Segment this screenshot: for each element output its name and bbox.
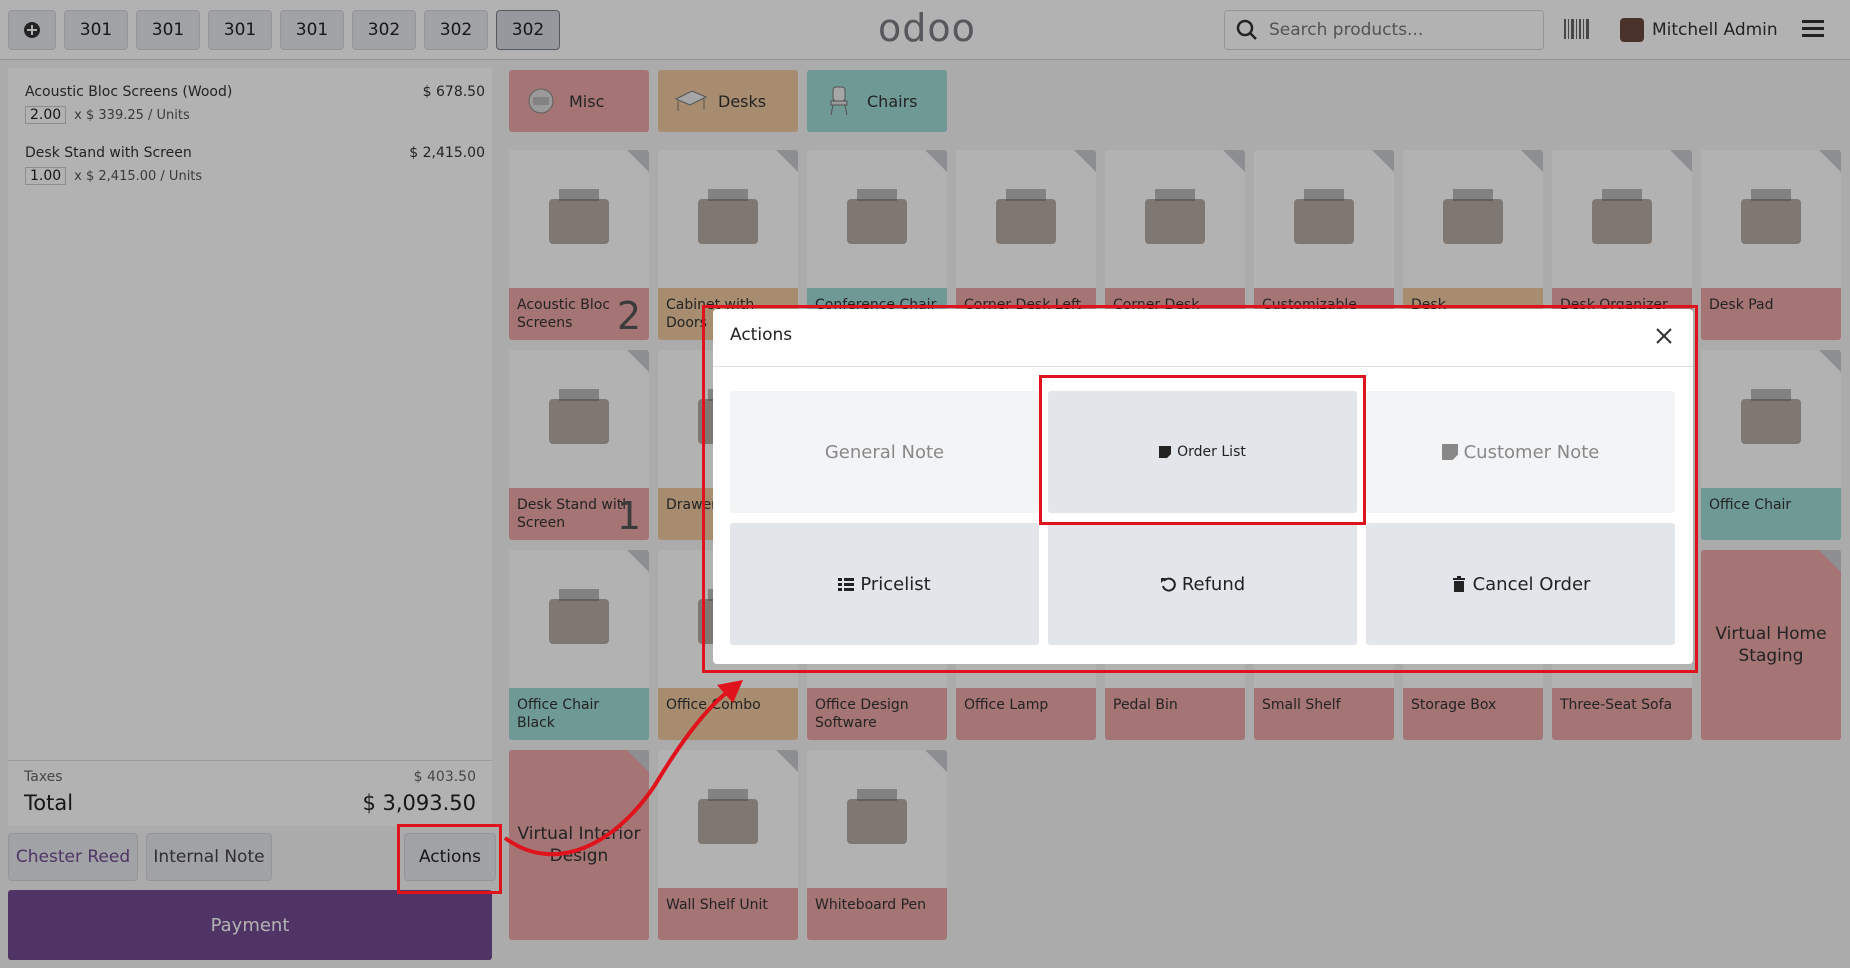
highlight-order-list bbox=[1039, 375, 1366, 525]
highlight-actions-button bbox=[397, 824, 502, 894]
annotation-arrow bbox=[503, 680, 743, 857]
